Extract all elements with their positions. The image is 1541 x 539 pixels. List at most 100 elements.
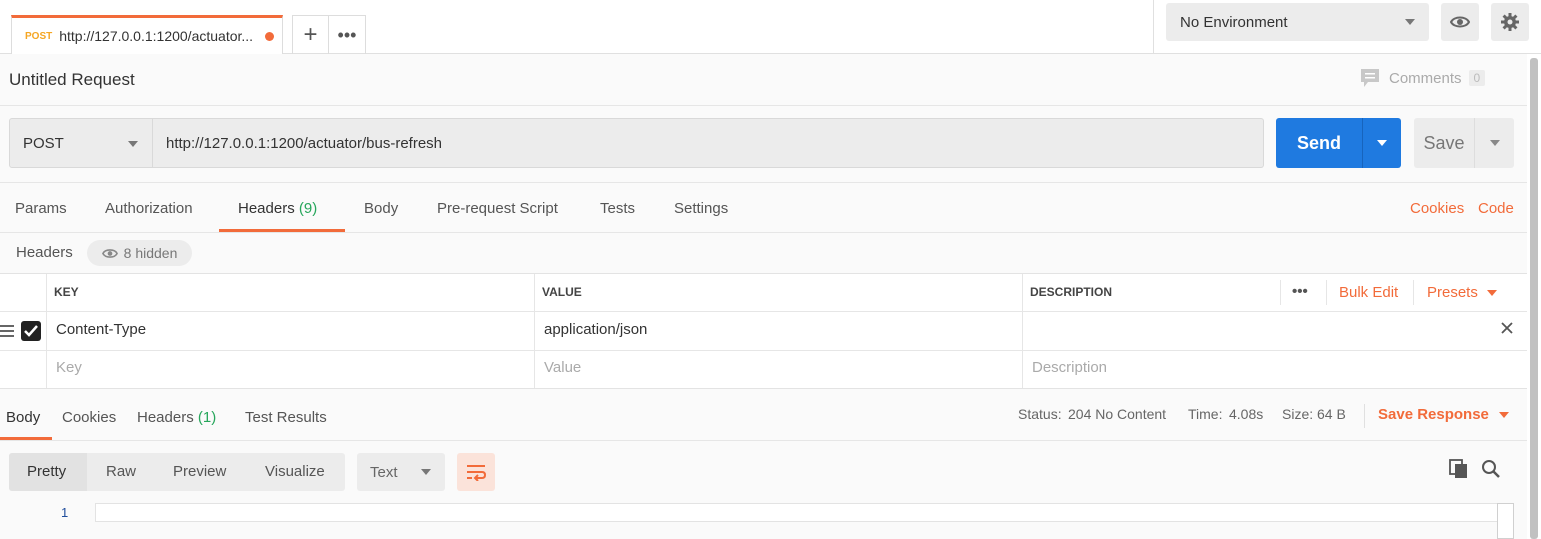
url-input[interactable]: http://127.0.0.1:1200/actuator/bus-refre… <box>153 118 1264 168</box>
tab-pre-request-script[interactable]: Pre-request Script <box>437 200 558 217</box>
comments-button[interactable]: Comments 0 <box>1360 68 1486 88</box>
tab-headers[interactable]: Headers (9) <box>238 200 317 217</box>
divider <box>1022 274 1023 388</box>
chevron-down-icon <box>128 141 138 147</box>
tab-url-label: http://127.0.0.1:1200/actuator... <box>59 28 254 44</box>
header-value-cell[interactable]: application/json <box>544 321 647 338</box>
tab-request[interactable]: POST http://127.0.0.1:1200/actuator... <box>11 15 283 54</box>
view-pretty-button[interactable]: Pretty <box>27 463 66 480</box>
drag-handle-icon[interactable] <box>0 325 14 337</box>
save-button[interactable]: Save <box>1414 118 1474 168</box>
comments-label: Comments <box>1389 69 1462 87</box>
code-link[interactable]: Code <box>1478 200 1514 217</box>
divider <box>0 440 1527 441</box>
save-response-dropdown[interactable]: Save Response <box>1378 406 1509 423</box>
divider <box>0 182 1527 183</box>
environment-select[interactable]: No Environment <box>1166 3 1429 41</box>
divider <box>1153 0 1154 54</box>
response-tab-headers[interactable]: Headers (1) <box>137 409 216 426</box>
tab-params[interactable]: Params <box>15 200 67 217</box>
value-placeholder[interactable]: Value <box>544 359 581 376</box>
status-label: Status: <box>1018 406 1062 422</box>
chevron-down-icon <box>421 469 431 475</box>
response-tab-body[interactable]: Body <box>6 409 40 426</box>
chevron-down-icon <box>1377 140 1387 146</box>
divider <box>0 232 1527 233</box>
column-header-value: VALUE <box>542 285 582 299</box>
send-button[interactable]: Send <box>1276 118 1362 168</box>
eye-icon <box>101 248 118 258</box>
response-tab-test-results[interactable]: Test Results <box>245 409 327 426</box>
response-tab-headers-label: Headers <box>137 409 194 426</box>
send-options-button[interactable] <box>1362 118 1401 168</box>
wrap-lines-button[interactable] <box>457 453 495 491</box>
hidden-headers-label: 8 hidden <box>123 245 178 261</box>
column-header-key: KEY <box>54 285 79 299</box>
divider <box>1364 404 1365 428</box>
time-label: Time: <box>1188 406 1223 422</box>
tab-tests[interactable]: Tests <box>600 200 635 217</box>
scrollbar[interactable] <box>1530 58 1538 539</box>
wrap-icon <box>467 465 487 481</box>
size-value[interactable]: 64 B <box>1317 406 1346 422</box>
environment-quick-look-button[interactable] <box>1441 3 1479 41</box>
status-value[interactable]: 204 No Content <box>1068 406 1166 422</box>
add-tab-button[interactable]: + <box>292 15 329 54</box>
key-placeholder[interactable]: Key <box>56 359 82 376</box>
tab-body[interactable]: Body <box>364 200 398 217</box>
comment-icon <box>1361 69 1379 87</box>
divider <box>1413 280 1414 305</box>
header-key-cell[interactable]: Content-Type <box>56 321 146 338</box>
method-label: POST <box>23 134 64 152</box>
gear-icon <box>1501 13 1519 31</box>
hidden-headers-toggle[interactable]: 8 hidden <box>87 240 192 266</box>
response-tab-cookies[interactable]: Cookies <box>62 409 116 426</box>
environment-label: No Environment <box>1180 13 1288 31</box>
unsaved-dot-icon <box>265 32 274 41</box>
method-select[interactable]: POST <box>9 118 153 168</box>
request-title[interactable]: Untitled Request <box>9 70 135 90</box>
column-header-description: DESCRIPTION <box>1030 285 1113 299</box>
divider <box>0 311 1527 312</box>
view-raw-button[interactable]: Raw <box>106 463 136 480</box>
view-visualize-button[interactable]: Visualize <box>265 463 325 480</box>
header-enabled-checkbox[interactable] <box>21 321 41 341</box>
size-label: Size: <box>1282 406 1314 422</box>
settings-button[interactable] <box>1491 3 1529 41</box>
active-tab-indicator <box>0 437 52 440</box>
tab-headers-label: Headers <box>238 200 295 217</box>
divider <box>0 350 1527 351</box>
divider <box>0 105 1527 106</box>
response-tab-headers-count: (1) <box>197 409 217 426</box>
chevron-down-icon <box>1498 411 1509 418</box>
format-select[interactable]: Text <box>357 453 445 491</box>
headers-section-label: Headers <box>16 244 73 261</box>
description-placeholder[interactable]: Description <box>1032 359 1107 376</box>
save-response-label: Save Response <box>1378 406 1489 423</box>
more-tabs-button[interactable]: ••• <box>329 15 366 54</box>
copy-icon[interactable] <box>1449 459 1469 479</box>
bulk-edit-button[interactable]: Bulk Edit <box>1339 284 1398 301</box>
save-options-button[interactable] <box>1474 118 1514 168</box>
response-body-editor[interactable] <box>95 503 1514 522</box>
editor-scrollbar[interactable] <box>1497 503 1514 539</box>
presets-dropdown[interactable]: Presets <box>1427 284 1497 301</box>
chevron-down-icon <box>1405 19 1415 25</box>
divider <box>534 274 535 388</box>
divider <box>1326 280 1327 305</box>
view-preview-button[interactable]: Preview <box>173 463 226 480</box>
comments-count: 0 <box>1468 70 1486 86</box>
line-number: 1 <box>61 505 69 520</box>
close-icon[interactable] <box>1500 321 1514 335</box>
format-label: Text <box>370 463 398 481</box>
more-options-button[interactable]: ••• <box>1292 283 1308 300</box>
divider <box>1280 280 1281 305</box>
search-icon[interactable] <box>1481 459 1501 479</box>
tab-authorization[interactable]: Authorization <box>105 200 193 217</box>
chevron-down-icon <box>1486 289 1497 296</box>
tab-settings[interactable]: Settings <box>674 200 728 217</box>
chevron-down-icon <box>1490 140 1500 146</box>
time-value[interactable]: 4.08s <box>1229 406 1263 422</box>
active-tab-indicator <box>219 229 345 232</box>
cookies-link[interactable]: Cookies <box>1410 200 1464 217</box>
